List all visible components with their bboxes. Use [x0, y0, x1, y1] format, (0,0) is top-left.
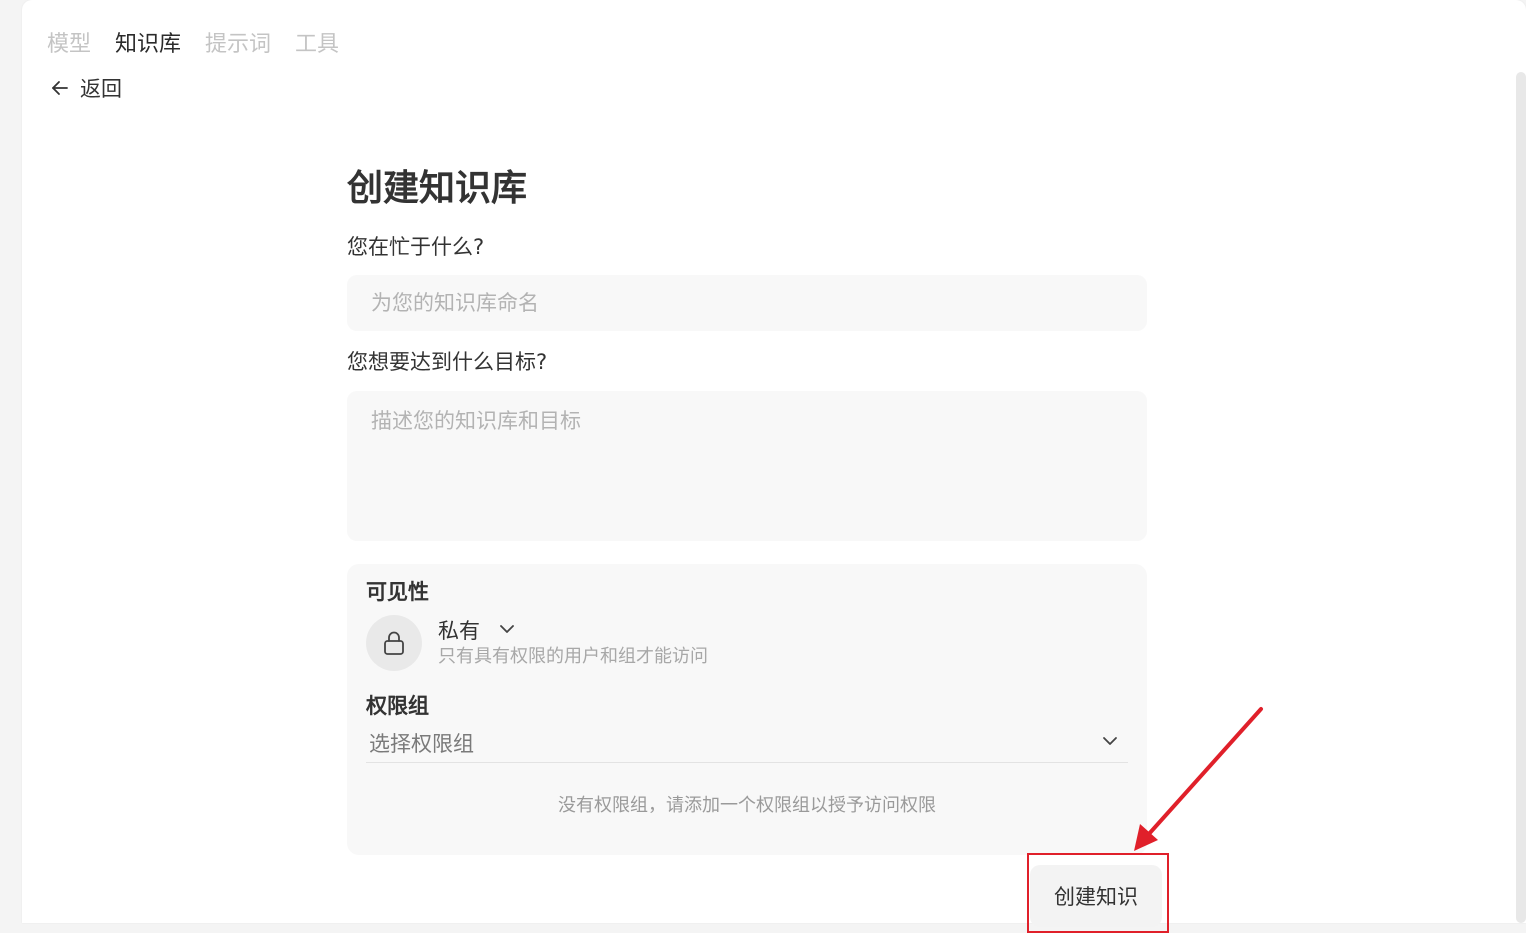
create-knowledge-button[interactable]: 创建知识: [1030, 865, 1162, 927]
tab-tools[interactable]: 工具: [295, 26, 339, 58]
permission-empty-message: 没有权限组，请添加一个权限组以授予访问权限: [558, 795, 936, 816]
tab-models[interactable]: 模型: [47, 26, 91, 58]
visibility-description: 只有具有权限的用户和组才能访问: [438, 646, 708, 667]
visibility-text: 私有 只有具有权限的用户和组才能访问: [438, 617, 708, 669]
knowledge-name-input[interactable]: [347, 275, 1147, 331]
visibility-row: 私有 只有具有权限的用户和组才能访问: [366, 614, 1128, 672]
goal-label: 您想要达到什么目标?: [347, 350, 548, 374]
top-tabs: 模型 知识库 提示词 工具: [47, 26, 339, 58]
chevron-down-icon: [498, 620, 516, 642]
arrow-left-icon: [50, 78, 70, 98]
back-button[interactable]: 返回: [50, 73, 122, 103]
tab-knowledge[interactable]: 知识库: [115, 26, 181, 58]
lock-icon: [366, 615, 422, 671]
back-label: 返回: [80, 77, 122, 101]
scrollbar[interactable]: [1516, 72, 1526, 923]
permission-groups-title: 权限组: [366, 694, 429, 718]
name-label: 您在忙于什么?: [347, 235, 485, 259]
create-knowledge-form: 创建知识库 您在忙于什么? 您想要达到什么目标?: [347, 160, 1147, 545]
visibility-select[interactable]: 私有: [438, 617, 708, 645]
permission-group-select[interactable]: 选择权限组: [366, 724, 1128, 763]
tab-prompts[interactable]: 提示词: [205, 26, 271, 58]
chevron-down-icon: [1100, 731, 1120, 755]
page-title: 创建知识库: [347, 168, 528, 209]
permission-group-placeholder: 选择权限组: [369, 732, 474, 756]
visibility-title: 可见性: [366, 580, 429, 604]
visibility-value: 私有: [438, 619, 480, 643]
knowledge-description-input[interactable]: [347, 391, 1147, 541]
access-panel: 可见性 私有 只有具有权限的用户和组才能访问 权限组 选择权限组 没有权限组，请…: [347, 564, 1147, 855]
